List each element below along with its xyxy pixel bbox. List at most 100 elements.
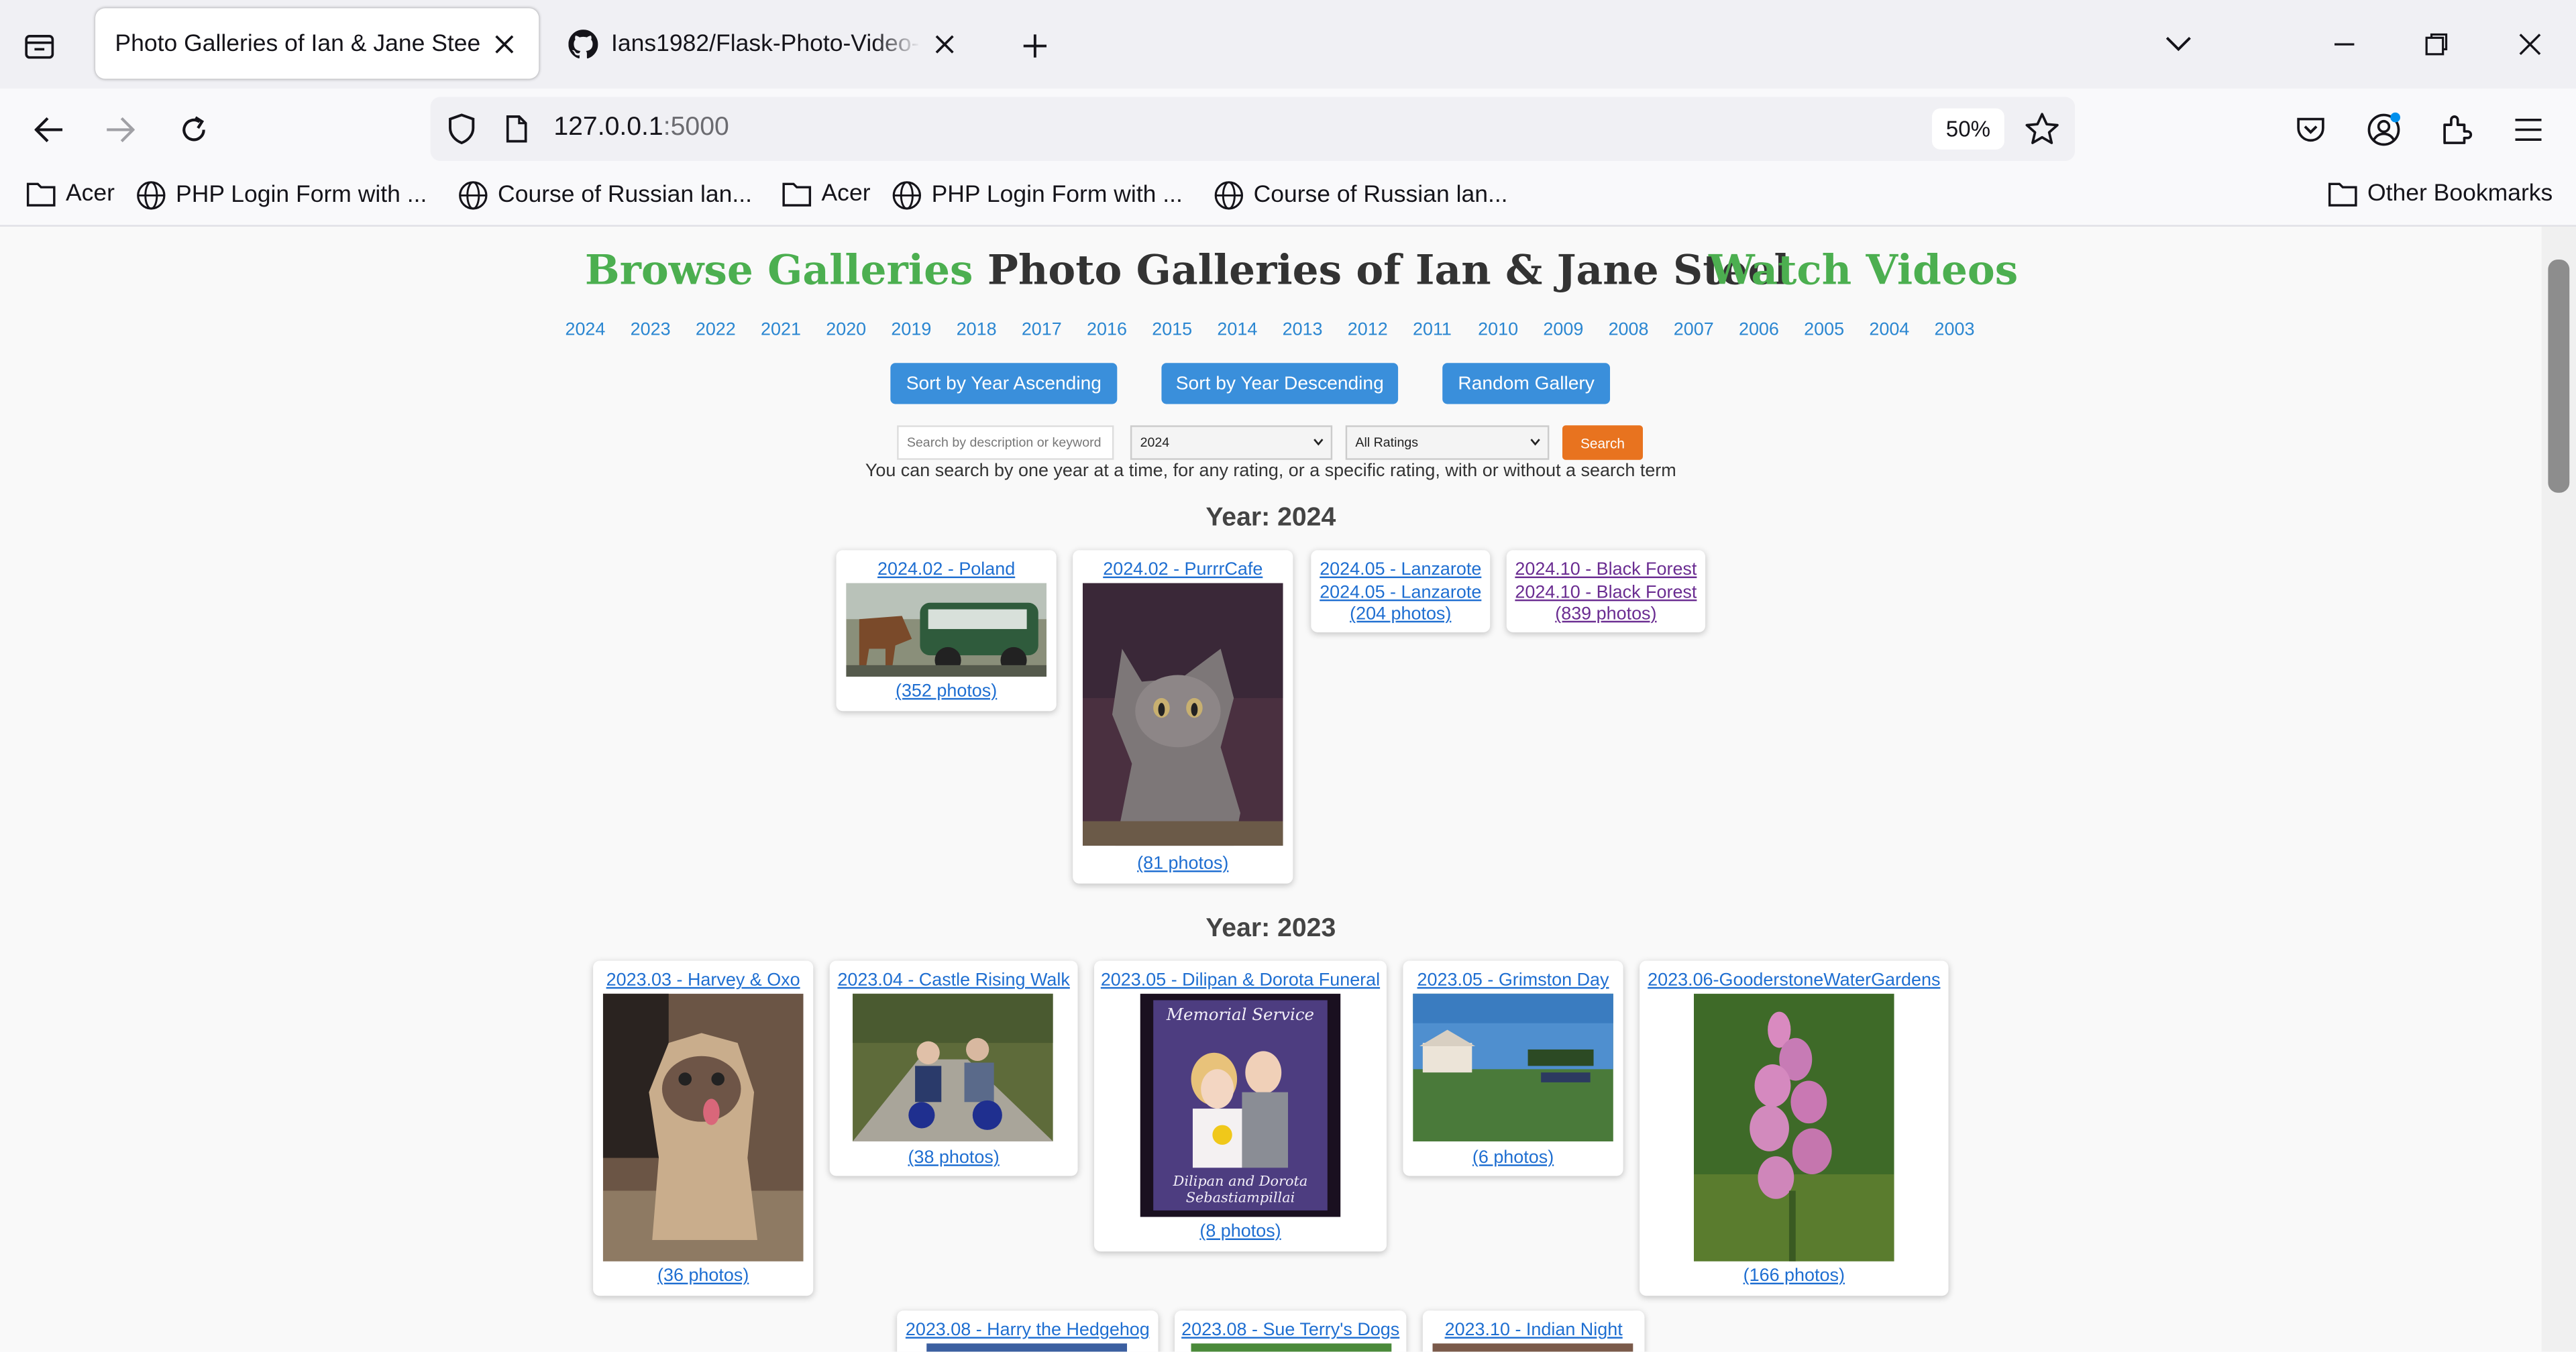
- year-link[interactable]: 2006: [1739, 321, 1804, 340]
- pocket-icon[interactable]: [2286, 105, 2334, 154]
- account-icon[interactable]: [2359, 105, 2408, 154]
- gallery-thumbnail[interactable]: [853, 993, 1053, 1142]
- year-link[interactable]: 2017: [1022, 321, 1087, 340]
- gallery-title-link[interactable]: 2023.03 - Harvey & Oxo: [593, 970, 813, 993]
- photo-count-link[interactable]: (36 photos): [593, 1266, 813, 1288]
- zoom-level-button[interactable]: 50%: [1932, 108, 2004, 150]
- browse-galleries-link[interactable]: Browse Galleries: [585, 246, 973, 294]
- gallery-thumbnail[interactable]: [1191, 1343, 1392, 1352]
- forward-arrow-icon[interactable]: [95, 105, 144, 154]
- photo-count-link[interactable]: (38 photos): [830, 1148, 1078, 1170]
- year-link[interactable]: 2007: [1674, 321, 1739, 340]
- scrollbar-thumb[interactable]: [2548, 259, 2570, 493]
- gallery-card[interactable]: 2023.03 - Harvey & Oxo (36 photos): [593, 960, 814, 1296]
- tab-github[interactable]: Ians1982/Flask-Photo-Video-Gallery: [549, 8, 979, 78]
- gallery-card[interactable]: 2024.02 - Poland (352 photos): [836, 550, 1057, 712]
- year-link[interactable]: 2003: [1935, 321, 2000, 340]
- gallery-title-link[interactable]: 2023.08 - Harry the Hedgehog: [897, 1320, 1158, 1343]
- gallery-title-link[interactable]: 2024.10 - Black Forest: [1507, 560, 1705, 582]
- close-window-icon[interactable]: [2506, 19, 2555, 68]
- bookmark-star-icon[interactable]: [2024, 112, 2060, 146]
- gallery-card[interactable]: 2023.04 - Castle Rising Walk (38 photos): [829, 960, 1078, 1176]
- gallery-card[interactable]: 2023.08 - Sue Terry's Dogs: [1175, 1310, 1407, 1352]
- gallery-thumbnail[interactable]: [1693, 993, 1894, 1261]
- gallery-card[interactable]: 2023.05 - Grimston Day (6 photos): [1403, 960, 1623, 1176]
- photo-count-link[interactable]: (204 photos): [1311, 604, 1490, 626]
- firefox-view-icon[interactable]: [16, 23, 62, 69]
- reload-icon[interactable]: [169, 105, 218, 154]
- year-link[interactable]: 2009: [1543, 321, 1608, 340]
- gallery-title-link[interactable]: 2024.02 - Poland: [837, 560, 1057, 582]
- photo-count-link[interactable]: (839 photos): [1507, 604, 1705, 626]
- menu-hamburger-icon[interactable]: [2504, 105, 2553, 154]
- year-select[interactable]: 2024: [1130, 425, 1333, 460]
- photo-count-link[interactable]: (166 photos): [1640, 1266, 1948, 1288]
- year-link[interactable]: 2008: [1609, 321, 1674, 340]
- bookmark-russian-course-2[interactable]: Course of Russian lan...: [1214, 180, 1508, 210]
- gallery-card[interactable]: 2023.10 - Indian Night: [1422, 1310, 1645, 1352]
- back-arrow-icon[interactable]: [25, 105, 74, 154]
- search-input[interactable]: Search by description or keyword: [897, 425, 1114, 460]
- year-link[interactable]: 2010: [1478, 321, 1543, 340]
- year-link[interactable]: 2023: [631, 321, 696, 340]
- photo-count-link[interactable]: (352 photos): [837, 681, 1057, 703]
- gallery-card[interactable]: 2024.10 - Black Forest 2024.10 - Black F…: [1506, 550, 1706, 632]
- close-tab-icon[interactable]: [930, 29, 959, 58]
- gallery-card[interactable]: 2024.02 - PurrrCafe (81 photos): [1073, 550, 1293, 884]
- year-link[interactable]: 2004: [1869, 321, 1934, 340]
- gallery-title-link[interactable]: 2024.02 - PurrrCafe: [1073, 560, 1293, 582]
- minimize-icon[interactable]: [2320, 19, 2369, 68]
- year-link[interactable]: 2021: [761, 321, 826, 340]
- close-tab-icon[interactable]: [490, 29, 519, 58]
- gallery-thumbnail[interactable]: Memorial Service Dilipan and Dorota Seba…: [1140, 993, 1341, 1217]
- year-link[interactable]: 2011: [1413, 321, 1478, 340]
- sort-descending-button[interactable]: Sort by Year Descending: [1161, 363, 1399, 404]
- gallery-alt-text[interactable]: 2024.10 - Black Forest: [1507, 582, 1705, 604]
- gallery-thumbnail[interactable]: [602, 993, 804, 1261]
- photo-count-link[interactable]: (6 photos): [1403, 1148, 1623, 1170]
- gallery-title-link[interactable]: 2023.05 - Dilipan & Dorota Funeral: [1094, 970, 1387, 993]
- bookmark-php-login-2[interactable]: PHP Login Form with ...: [892, 180, 1183, 210]
- other-bookmarks[interactable]: Other Bookmarks: [2328, 180, 2553, 207]
- sort-ascending-button[interactable]: Sort by Year Ascending: [890, 363, 1118, 404]
- list-all-tabs-icon[interactable]: [2154, 19, 2203, 68]
- bookmark-acer[interactable]: Acer: [26, 180, 115, 207]
- new-tab-icon[interactable]: [1012, 23, 1059, 69]
- restore-icon[interactable]: [2412, 19, 2461, 68]
- year-link[interactable]: 2020: [826, 321, 891, 340]
- year-link[interactable]: 2019: [891, 321, 956, 340]
- year-link[interactable]: 2014: [1217, 321, 1282, 340]
- photo-count-link[interactable]: (81 photos): [1073, 854, 1293, 876]
- bookmark-acer-2[interactable]: Acer: [782, 180, 871, 207]
- year-link[interactable]: 2022: [696, 321, 761, 340]
- rating-select[interactable]: All Ratings: [1345, 425, 1550, 460]
- year-link[interactable]: 2005: [1804, 321, 1869, 340]
- gallery-thumbnail[interactable]: [1413, 993, 1613, 1142]
- photo-count-link[interactable]: (8 photos): [1094, 1222, 1387, 1244]
- year-link[interactable]: 2015: [1152, 321, 1217, 340]
- year-link[interactable]: 2016: [1087, 321, 1152, 340]
- gallery-title-link[interactable]: 2023.08 - Sue Terry's Dogs: [1175, 1320, 1406, 1343]
- gallery-card[interactable]: 2023.06-GooderstoneWaterGardens (166 pho…: [1640, 960, 1949, 1296]
- gallery-card[interactable]: 2023.08 - Harry the Hedgehog: [897, 1310, 1159, 1352]
- gallery-title-link[interactable]: 2024.05 - Lanzarote: [1311, 560, 1490, 582]
- watch-videos-link[interactable]: Watch Videos: [1709, 246, 2018, 294]
- gallery-alt-text[interactable]: 2024.05 - Lanzarote: [1311, 582, 1490, 604]
- random-gallery-button[interactable]: Random Gallery: [1442, 363, 1611, 404]
- gallery-title-link[interactable]: 2023.04 - Castle Rising Walk: [830, 970, 1078, 993]
- gallery-title-link[interactable]: 2023.06-GooderstoneWaterGardens: [1640, 970, 1948, 993]
- gallery-thumbnail[interactable]: [1082, 583, 1283, 846]
- year-link[interactable]: 2018: [957, 321, 1022, 340]
- gallery-thumbnail[interactable]: [1432, 1343, 1633, 1352]
- gallery-thumbnail[interactable]: [846, 583, 1047, 677]
- url-text[interactable]: 127.0.0.1:5000: [553, 113, 729, 143]
- year-link[interactable]: 2013: [1283, 321, 1348, 340]
- tab-photo-galleries[interactable]: Photo Galleries of Ian & Jane Steel: [95, 8, 539, 79]
- gallery-title-link[interactable]: 2023.05 - Grimston Day: [1403, 970, 1623, 993]
- extensions-icon[interactable]: [2432, 105, 2481, 154]
- gallery-thumbnail[interactable]: [926, 1343, 1128, 1352]
- year-link[interactable]: 2012: [1348, 321, 1413, 340]
- shield-icon[interactable]: [447, 113, 476, 145]
- bookmark-russian-course[interactable]: Course of Russian lan...: [458, 180, 752, 210]
- url-bar[interactable]: 127.0.0.1:5000 50%: [430, 97, 2076, 162]
